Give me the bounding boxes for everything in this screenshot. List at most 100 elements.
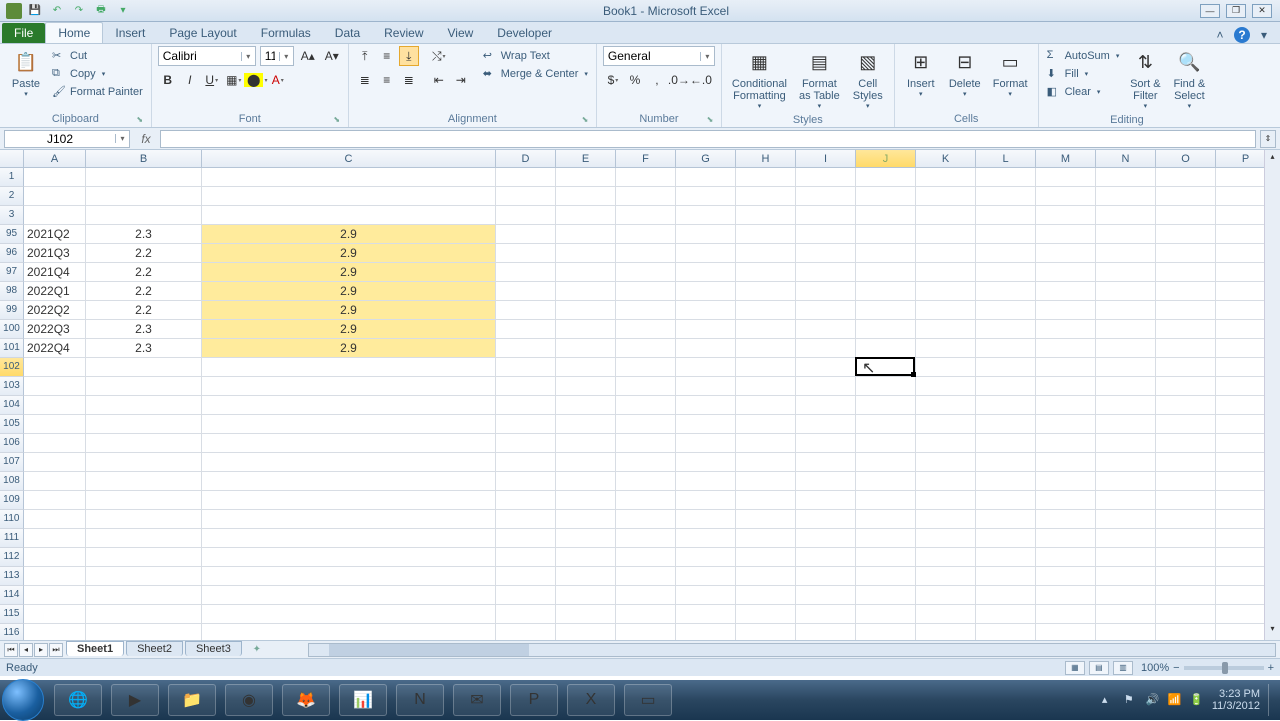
cell[interactable]	[1096, 301, 1156, 320]
cell[interactable]	[976, 187, 1036, 206]
tab-file[interactable]: File	[2, 23, 45, 43]
tray-volume-icon[interactable]: 🔊	[1146, 693, 1160, 707]
number-launcher[interactable]: ⬊	[705, 115, 715, 125]
cell[interactable]	[496, 472, 556, 491]
zoom-slider[interactable]	[1184, 666, 1264, 670]
cell[interactable]	[202, 472, 496, 491]
cell[interactable]	[616, 358, 676, 377]
cell[interactable]	[796, 529, 856, 548]
cell[interactable]	[1096, 168, 1156, 187]
cell[interactable]	[616, 453, 676, 472]
cell[interactable]	[1096, 472, 1156, 491]
sheet-tab-3[interactable]: Sheet3	[185, 641, 242, 656]
cell[interactable]	[24, 187, 86, 206]
cell[interactable]	[1156, 377, 1216, 396]
cell[interactable]	[976, 168, 1036, 187]
row-header-112[interactable]: 112	[0, 548, 24, 567]
row-header-104[interactable]: 104	[0, 396, 24, 415]
cell[interactable]	[796, 187, 856, 206]
cell[interactable]	[86, 605, 202, 624]
row-header-3[interactable]: 3	[0, 206, 24, 225]
cell[interactable]	[556, 244, 616, 263]
cell[interactable]: 2.9	[202, 263, 496, 282]
cell[interactable]	[616, 567, 676, 586]
cell[interactable]	[556, 434, 616, 453]
cell[interactable]	[916, 301, 976, 320]
cell[interactable]	[1036, 263, 1096, 282]
cell[interactable]	[676, 377, 736, 396]
cell[interactable]	[916, 263, 976, 282]
cell[interactable]	[1036, 586, 1096, 605]
cell[interactable]	[736, 472, 796, 491]
taskbar-powerpoint-icon[interactable]: P	[510, 684, 558, 716]
sheet-nav-last[interactable]: ⏭	[49, 643, 63, 657]
restore-button[interactable]: ❐	[1226, 4, 1246, 18]
cell[interactable]	[1036, 567, 1096, 586]
cell[interactable]	[616, 339, 676, 358]
format-painter-button[interactable]: 🖌Format Painter	[50, 84, 145, 100]
cell[interactable]	[796, 377, 856, 396]
cell[interactable]	[736, 225, 796, 244]
tray-power-icon[interactable]: 🔋	[1190, 693, 1204, 707]
cell[interactable]	[556, 510, 616, 529]
cell[interactable]	[1036, 396, 1096, 415]
cell[interactable]	[916, 586, 976, 605]
cell[interactable]	[24, 567, 86, 586]
cell[interactable]	[916, 168, 976, 187]
cell[interactable]	[556, 605, 616, 624]
new-sheet-button[interactable]: ✦	[246, 643, 268, 657]
cell[interactable]	[1156, 567, 1216, 586]
cell[interactable]	[916, 358, 976, 377]
cell[interactable]	[736, 491, 796, 510]
cell[interactable]	[1156, 624, 1216, 640]
cell[interactable]	[916, 244, 976, 263]
cell[interactable]	[916, 529, 976, 548]
cell[interactable]	[496, 320, 556, 339]
cell[interactable]	[202, 187, 496, 206]
cell[interactable]	[736, 510, 796, 529]
cell[interactable]	[202, 168, 496, 187]
cell[interactable]	[202, 586, 496, 605]
increase-decimal-button[interactable]: .0→	[669, 70, 689, 90]
cell[interactable]	[616, 320, 676, 339]
cell[interactable]	[1036, 282, 1096, 301]
cell[interactable]	[796, 605, 856, 624]
cell[interactable]	[86, 377, 202, 396]
font-launcher[interactable]: ⬊	[332, 115, 342, 125]
cell[interactable]: 2.3	[86, 320, 202, 339]
fill-button[interactable]: ⬇Fill▾	[1045, 66, 1122, 82]
cell[interactable]	[616, 548, 676, 567]
cell[interactable]	[496, 396, 556, 415]
cell[interactable]	[616, 529, 676, 548]
cell[interactable]	[1156, 168, 1216, 187]
cell[interactable]	[556, 396, 616, 415]
select-all-corner[interactable]	[0, 150, 24, 167]
row-header-2[interactable]: 2	[0, 187, 24, 206]
taskbar-excel-icon[interactable]: X	[567, 684, 615, 716]
vertical-scrollbar[interactable]: ▴▾	[1264, 150, 1280, 640]
cell[interactable]	[616, 301, 676, 320]
cell[interactable]	[916, 377, 976, 396]
cell[interactable]	[736, 301, 796, 320]
cell[interactable]	[916, 339, 976, 358]
cell[interactable]	[916, 320, 976, 339]
tab-review[interactable]: Review	[372, 23, 435, 43]
cell[interactable]	[24, 206, 86, 225]
cell[interactable]	[1096, 434, 1156, 453]
cell[interactable]	[976, 377, 1036, 396]
decrease-decimal-button[interactable]: ←.0	[691, 70, 711, 90]
column-header-J[interactable]: J	[856, 150, 916, 167]
cell[interactable]	[796, 586, 856, 605]
row-header-110[interactable]: 110	[0, 510, 24, 529]
cell[interactable]	[24, 396, 86, 415]
cell[interactable]	[736, 168, 796, 187]
decrease-indent-button[interactable]: ⇤	[429, 70, 449, 90]
cell[interactable]	[616, 415, 676, 434]
cell[interactable]	[1036, 624, 1096, 640]
cell[interactable]	[976, 244, 1036, 263]
cell[interactable]	[796, 567, 856, 586]
column-header-N[interactable]: N	[1096, 150, 1156, 167]
row-header-99[interactable]: 99	[0, 301, 24, 320]
column-header-B[interactable]: B	[86, 150, 202, 167]
taskbar-explorer-icon[interactable]: 📁	[168, 684, 216, 716]
